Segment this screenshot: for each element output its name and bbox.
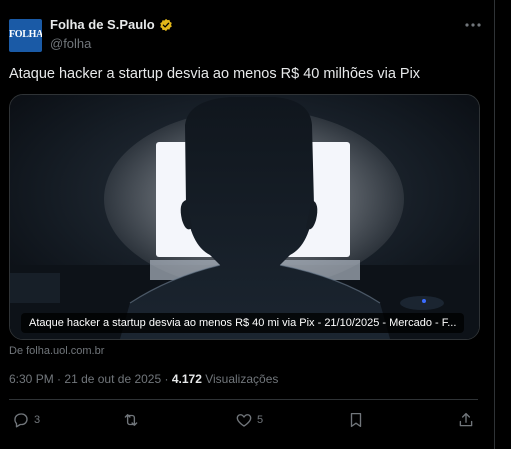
like-count: 5 xyxy=(257,414,264,426)
bookmark-icon xyxy=(350,412,362,428)
share-button[interactable] xyxy=(457,411,475,429)
reply-icon xyxy=(14,413,28,428)
views-label: Visualizações xyxy=(205,372,279,386)
media-caption[interactable]: Ataque hacker a startup desvia ao menos … xyxy=(21,313,465,333)
source-link[interactable]: De folha.uol.com.br xyxy=(9,345,104,357)
display-name[interactable]: Folha de S.Paulo xyxy=(50,17,155,32)
more-options-icon[interactable] xyxy=(462,17,484,33)
folha-logo-text: FOLHA xyxy=(9,29,42,40)
retweet-icon xyxy=(124,414,138,426)
tweet-time[interactable]: 6:30 PM xyxy=(9,372,54,386)
retweet-button[interactable] xyxy=(122,411,144,429)
heart-icon xyxy=(236,414,252,427)
share-icon xyxy=(459,412,473,427)
verified-badge-icon xyxy=(159,18,172,31)
avatar[interactable]: FOLHA xyxy=(9,19,42,52)
reply-count: 3 xyxy=(34,414,41,426)
tweet-text: Ataque hacker a startup desvia ao menos … xyxy=(9,66,421,82)
tweet-date[interactable]: 21 de out de 2025 xyxy=(64,372,161,386)
bookmark-button[interactable] xyxy=(347,411,365,429)
link-card-image[interactable]: Ataque hacker a startup desvia ao menos … xyxy=(9,94,480,340)
meta-separator: · xyxy=(164,372,172,386)
author-name-row[interactable]: Folha de S.Paulo xyxy=(50,17,173,32)
like-button[interactable]: 5 xyxy=(235,411,263,429)
hacker-silhouette-image xyxy=(10,95,479,339)
handle[interactable]: @folha xyxy=(50,36,91,51)
reply-button[interactable]: 3 xyxy=(12,411,40,429)
actions-divider xyxy=(9,399,478,400)
tweet-metadata: 6:30 PM · 21 de out de 2025 · 4.172 Visu… xyxy=(9,372,278,386)
column-divider xyxy=(494,0,495,449)
views-count: 4.172 xyxy=(171,372,202,386)
